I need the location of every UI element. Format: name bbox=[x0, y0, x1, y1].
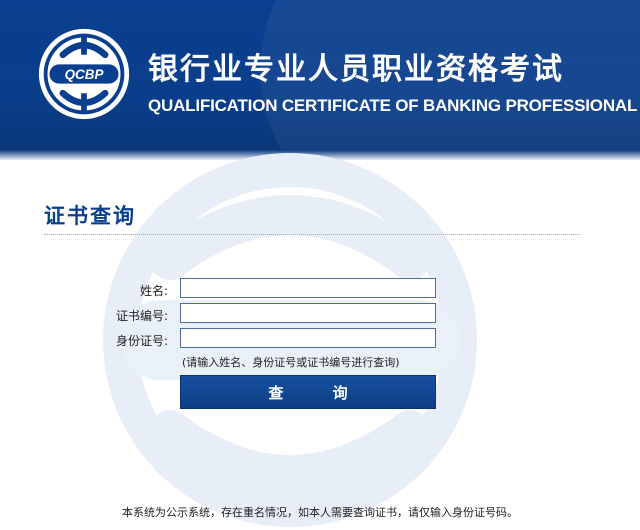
cert-no-input[interactable] bbox=[180, 303, 436, 323]
query-button[interactable]: 查 询 bbox=[180, 375, 436, 409]
query-hint: (请输入姓名、身份证号或证书编号进行查询) bbox=[182, 356, 400, 369]
page-title: 证书查询 bbox=[44, 204, 136, 228]
site-title-chinese: 银行业专业人员职业资格考试 bbox=[148, 52, 564, 87]
name-label: 姓名: bbox=[139, 284, 168, 298]
title-divider bbox=[44, 234, 580, 235]
id-no-input[interactable] bbox=[180, 328, 436, 348]
qcbp-logo-icon: QCBP bbox=[38, 28, 130, 120]
cert-no-label: 证书编号: bbox=[115, 309, 168, 323]
id-no-label: 身份证号: bbox=[115, 334, 168, 348]
site-header: QCBP 银行业专业人员职业资格考试 QUALIFICATION CERTIFI… bbox=[0, 0, 640, 160]
name-input[interactable] bbox=[180, 278, 436, 298]
svg-text:QCBP: QCBP bbox=[65, 67, 104, 82]
site-title-english: QUALIFICATION CERTIFICATE OF BANKING PRO… bbox=[148, 96, 638, 115]
footer-note: 本系统为公示系统，存在重名情况，如本人需要查询证书，请仅输入身份证号码。 bbox=[122, 506, 518, 519]
